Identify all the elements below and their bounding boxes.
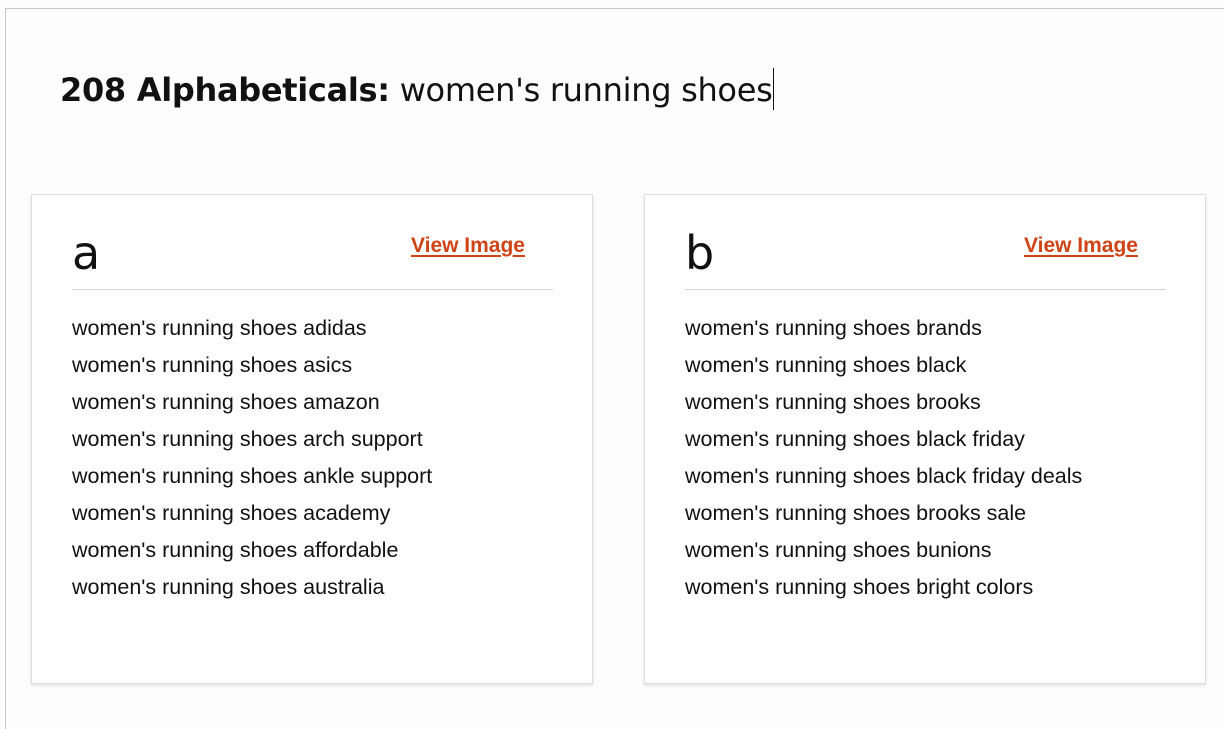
divider: [72, 289, 553, 290]
list-item[interactable]: women's running shoes brands: [685, 310, 1082, 347]
list-item[interactable]: women's running shoes amazon: [72, 384, 432, 421]
list-item[interactable]: women's running shoes academy: [72, 495, 432, 532]
group-letter: a: [72, 226, 101, 280]
list-item[interactable]: women's running shoes adidas: [72, 310, 432, 347]
view-image-link[interactable]: View Image: [1024, 234, 1138, 258]
view-image-link[interactable]: View Image: [411, 234, 525, 258]
list-item[interactable]: women's running shoes ankle support: [72, 458, 432, 495]
suggestion-list: women's running shoes brands women's run…: [685, 310, 1082, 606]
page-title[interactable]: 208 Alphabeticals: women's running shoes: [60, 68, 775, 112]
list-item[interactable]: women's running shoes black: [685, 347, 1082, 384]
list-item[interactable]: women's running shoes asics: [72, 347, 432, 384]
group-letter: b: [685, 226, 715, 280]
text-cursor: [773, 68, 775, 110]
list-item[interactable]: women's running shoes bunions: [685, 532, 1082, 569]
letter-group-card-a: a View Image women's running shoes adida…: [31, 194, 593, 684]
list-item[interactable]: women's running shoes brooks sale: [685, 495, 1082, 532]
result-count-label: 208 Alphabeticals:: [60, 71, 390, 109]
list-item[interactable]: women's running shoes affordable: [72, 532, 432, 569]
list-item[interactable]: women's running shoes black friday deals: [685, 458, 1082, 495]
list-item[interactable]: women's running shoes black friday: [685, 421, 1082, 458]
divider: [685, 289, 1166, 290]
list-item[interactable]: women's running shoes arch support: [72, 421, 432, 458]
suggestion-list: women's running shoes adidas women's run…: [72, 310, 432, 606]
list-item[interactable]: women's running shoes brooks: [685, 384, 1082, 421]
list-item[interactable]: women's running shoes australia: [72, 569, 432, 606]
list-item[interactable]: women's running shoes bright colors: [685, 569, 1082, 606]
letter-group-card-b: b View Image women's running shoes brand…: [644, 194, 1206, 684]
search-query[interactable]: women's running shoes: [400, 71, 773, 109]
